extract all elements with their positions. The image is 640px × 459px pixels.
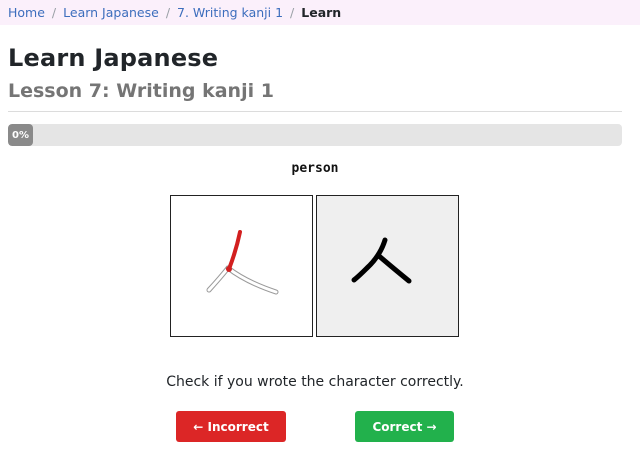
answer-character-drawing xyxy=(351,237,412,284)
divider xyxy=(8,111,622,112)
user-strokes-drawing xyxy=(206,230,279,295)
breadcrumb-current: Learn xyxy=(301,5,342,20)
incorrect-button[interactable]: ← Incorrect xyxy=(176,411,286,442)
breadcrumb-separator: / xyxy=(165,5,171,20)
breadcrumb-separator: / xyxy=(290,5,295,20)
page-title: Learn Japanese xyxy=(8,44,219,72)
progress-fill: 0% xyxy=(8,124,33,146)
lesson-title: Lesson 7: Writing kanji 1 xyxy=(8,80,274,102)
guide-stroke-left xyxy=(207,266,230,292)
breadcrumb-separator: / xyxy=(51,5,57,20)
breadcrumb: Home / Learn Japanese / 7. Writing kanji… xyxy=(0,0,640,25)
correct-button[interactable]: Correct → xyxy=(355,411,454,442)
instruction-text: Check if you wrote the character correct… xyxy=(166,374,464,390)
drawing-canvas[interactable] xyxy=(170,195,313,337)
answer-stroke-right xyxy=(376,253,412,284)
breadcrumb-learn-japanese-link[interactable]: Learn Japanese xyxy=(63,5,159,20)
breadcrumb-home-link[interactable]: Home xyxy=(8,5,45,20)
highlighted-stroke xyxy=(227,230,242,271)
progress-bar: 0% xyxy=(8,124,622,146)
stroke-start-dot xyxy=(226,266,232,272)
breadcrumb-lesson-link[interactable]: 7. Writing kanji 1 xyxy=(177,5,283,20)
prompt-word: person xyxy=(291,161,339,176)
answer-character-box xyxy=(316,195,459,337)
